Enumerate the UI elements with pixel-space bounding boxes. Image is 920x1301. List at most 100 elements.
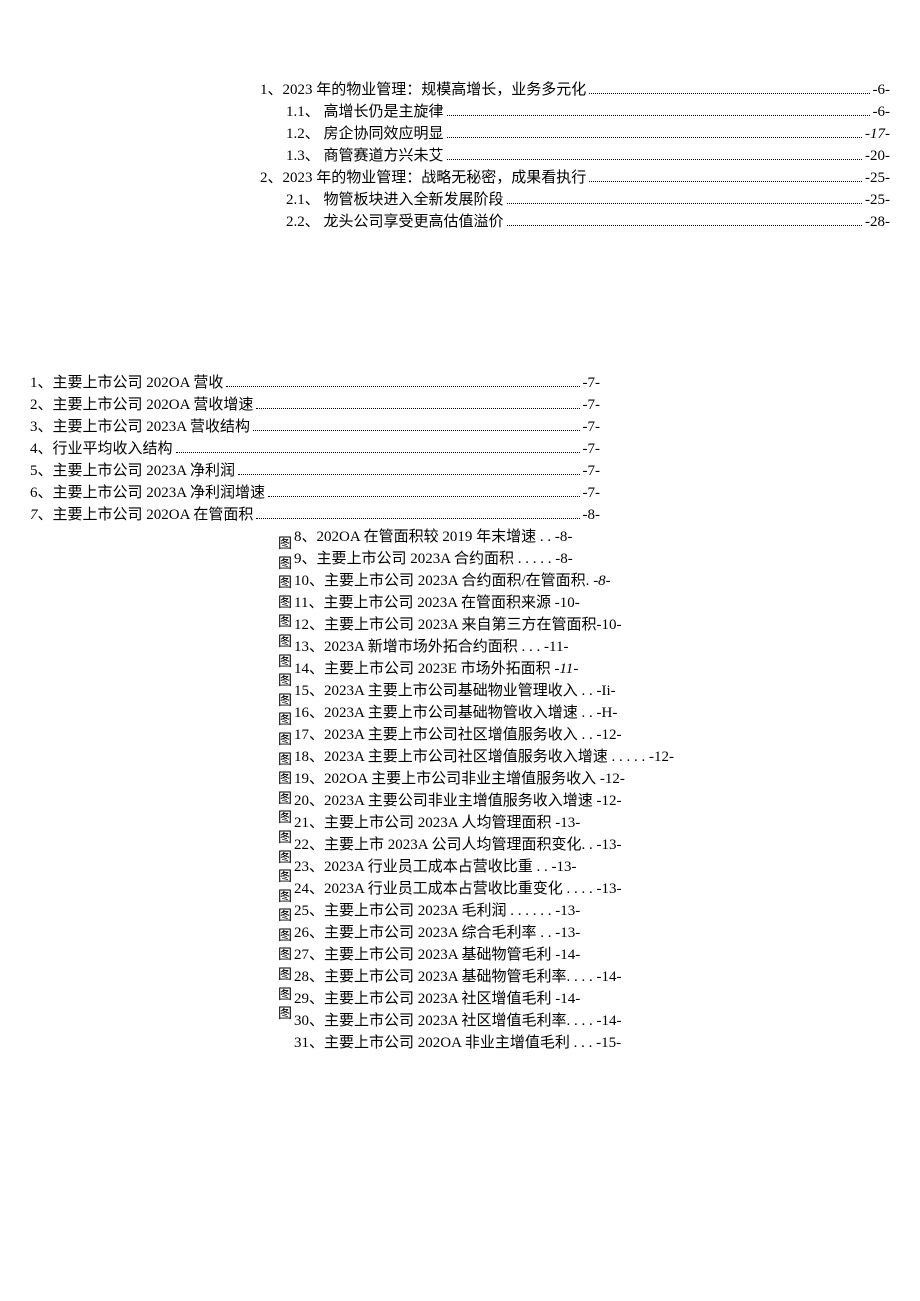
figure-prefix: 图 [278, 946, 292, 966]
toc-entry-page: -25- [865, 168, 890, 189]
figure-entry: 28、主要上市公司 2023A 基础物管毛利率. . . . -14- [294, 967, 674, 988]
figure-entry-page: -7- [583, 395, 601, 416]
figure-prefix: 图 [278, 672, 292, 692]
toc-leader-dots [238, 474, 579, 475]
figure-entry: 24、2023A 行业员工成本占营收比重变化 . . . . -13- [294, 879, 674, 900]
figure-prefix: 图 [278, 613, 292, 633]
figure-entry-page: -7- [583, 373, 601, 394]
toc-entry: 1.1、 高增长仍是主旋律 -6- [260, 102, 890, 123]
toc-leader-dots [507, 203, 862, 204]
figure-prefix: 图 [278, 555, 292, 575]
toc-entry: 1.3、 商管赛道方兴未艾 -20- [260, 146, 890, 167]
figure-entry: 21、主要上市公司 2023A 人均管理面积 -13- [294, 813, 674, 834]
figure-entry: 17、2023A 主要上市公司社区增值服务收入 . . -12- [294, 725, 674, 746]
toc-entry-label: 2.1、 物管板块进入全新发展阶段 [286, 190, 504, 211]
figure-prefix: 图 [278, 907, 292, 927]
figure-entry: 18、2023A 主要上市公司社区增值服务收入增速 . . . . . -12- [294, 747, 674, 768]
toc-entry-label: 1.2、 房企协同效应明显 [286, 124, 444, 145]
figure-entry: 6、主要上市公司 2023A 净利润增速 -7- [30, 483, 600, 504]
figure-prefix: 图 [278, 927, 292, 947]
figure-prefix: 图 [278, 770, 292, 790]
figure-prefix: 图 [278, 1005, 292, 1025]
toc-leader-dots [589, 93, 869, 94]
figure-prefix-column: 图图图图图图图图图图图图图图图图图图图图图图图图图 [278, 527, 292, 1055]
figure-entry-label: 4、行业平均收入结构 [30, 439, 173, 460]
figure-prefix: 图 [278, 849, 292, 869]
toc-entry-label: 1、2023 年的物业管理：规模高增长，业务多元化 [260, 80, 586, 101]
figure-entry-label: 3、主要上市公司 2023A 营收结构 [30, 417, 250, 438]
figure-entry: 1、主要上市公司 202OA 营收 -7- [30, 373, 600, 394]
toc-entry-label: 2.2、 龙头公司享受更高估值溢价 [286, 212, 504, 233]
toc-entry-label: 1.1、 高增长仍是主旋律 [286, 102, 444, 123]
figure-entry: 5、主要上市公司 2023A 净利润 -7- [30, 461, 600, 482]
toc-entry-page: -28- [865, 212, 890, 233]
figure-entry: 13、2023A 新增市场外拓合约面积 . . . -11- [294, 637, 674, 658]
toc-entry-page: -25- [865, 190, 890, 211]
figure-prefix: 图 [278, 809, 292, 829]
figure-prefix: 图 [278, 633, 292, 653]
toc-entry: 1.2、 房企协同效应明显 -17- [260, 124, 890, 145]
figure-entry: 31、主要上市公司 202OA 非业主增值毛利 . . . -15- [294, 1033, 674, 1054]
toc-leader-dots [447, 159, 862, 160]
toc-entry-page: -20- [865, 146, 890, 167]
figure-entry: 29、主要上市公司 2023A 社区增值毛利 -14- [294, 989, 674, 1010]
figure-entry: 25、主要上市公司 2023A 毛利润 . . . . . . -13- [294, 901, 674, 922]
toc-leader-dots [589, 181, 862, 182]
toc-leader-dots [256, 518, 579, 519]
figure-prefix: 图 [278, 594, 292, 614]
figure-entry: 15、2023A 主要上市公司基础物业管理收入 . . -Ii- [294, 681, 674, 702]
figure-prefix: 图 [278, 535, 292, 555]
figure-prefix: 图 [278, 966, 292, 986]
toc-entry: 1、2023 年的物业管理：规模高增长，业务多元化 -6- [260, 80, 890, 101]
toc-leader-dots [176, 452, 580, 453]
figure-entry-page: -7- [583, 439, 601, 460]
figure-entry-label: 5、主要上市公司 2023A 净利润 [30, 461, 235, 482]
toc-entry: 2.2、 龙头公司享受更高估值溢价 -28- [260, 212, 890, 233]
toc-leader-dots [256, 408, 579, 409]
figure-list-column: 8、202OA 在管面积较 2019 年末增速 . . -8-9、主要上市公司 … [294, 527, 674, 1055]
figure-entry: 12、主要上市公司 2023A 来自第三方在管面积-10- [294, 615, 674, 636]
figure-entry: 7、主要上市公司 202OA 在管面积 -8- [30, 505, 600, 526]
figure-entry: 30、主要上市公司 2023A 社区增值毛利率. . . . -14- [294, 1011, 674, 1032]
figure-entry: 10、主要上市公司 2023A 合约面积/在管面积. -8- [294, 571, 674, 592]
figure-entry: 11、主要上市公司 2023A 在管面积来源 -10- [294, 593, 674, 614]
figure-prefix: 图 [278, 574, 292, 594]
figure-entry: 19、202OA 主要上市公司非业主增值服务收入 -12- [294, 769, 674, 790]
figure-prefix: 图 [278, 711, 292, 731]
figure-prefix: 图 [278, 829, 292, 849]
figure-entry: 16、2023A 主要上市公司基础物管收入增速 . . -H- [294, 703, 674, 724]
figure-prefix: 图 [278, 986, 292, 1006]
figure-entry: 4、行业平均收入结构 -7- [30, 439, 600, 460]
toc-leader-dots [253, 430, 579, 431]
figure-entry-page: -8- [583, 505, 601, 526]
figure-entry: 8、202OA 在管面积较 2019 年末增速 . . -8- [294, 527, 674, 548]
figure-entry: 26、主要上市公司 2023A 综合毛利率 . . -13- [294, 923, 674, 944]
figure-entry: 9、主要上市公司 2023A 合约面积 . . . . . -8- [294, 549, 674, 570]
figure-entry: 2、主要上市公司 202OA 营收增速 -7- [30, 395, 600, 416]
toc-figure-list-right: 图图图图图图图图图图图图图图图图图图图图图图图图图 8、202OA 在管面积较 … [30, 527, 890, 1055]
figure-entry-label: 6、主要上市公司 2023A 净利润增速 [30, 483, 265, 504]
figure-entry-label: 1、主要上市公司 202OA 营收 [30, 373, 223, 394]
toc-leader-dots [268, 496, 579, 497]
figure-entry-page: -7- [583, 417, 601, 438]
toc-entry-page: -6- [873, 102, 891, 123]
toc-entry: 2.1、 物管板块进入全新发展阶段 -25- [260, 190, 890, 211]
toc-entry-page: -6- [873, 80, 891, 101]
figure-entry: 23、2023A 行业员工成本占营收比重 . . -13- [294, 857, 674, 878]
figure-prefix: 图 [278, 692, 292, 712]
figure-entry: 22、主要上市 2023A 公司人均管理面积变化. . -13- [294, 835, 674, 856]
figure-prefix: 图 [278, 731, 292, 751]
toc-section-upper: 1、2023 年的物业管理：规模高增长，业务多元化-6-1.1、 高增长仍是主旋… [260, 80, 890, 233]
toc-entry-label: 2、2023 年的物业管理：战略无秘密，成果看执行 [260, 168, 586, 189]
figure-prefix: 图 [278, 790, 292, 810]
figure-entry-label: 2、主要上市公司 202OA 营收增速 [30, 395, 253, 416]
figure-entry-label: 7、主要上市公司 202OA 在管面积 [30, 505, 253, 526]
toc-entry-page: -17- [865, 124, 890, 145]
figure-entry: 14、主要上市公司 2023E 市场外拓面积 -11- [294, 659, 674, 680]
figure-entry-page: -7- [583, 483, 601, 504]
toc-entry-label: 1.3、 商管赛道方兴未艾 [286, 146, 444, 167]
figure-entry: 27、主要上市公司 2023A 基础物管毛利 -14- [294, 945, 674, 966]
figure-entry-page: -7- [583, 461, 601, 482]
toc-leader-dots [447, 137, 862, 138]
toc-leader-dots [507, 225, 862, 226]
